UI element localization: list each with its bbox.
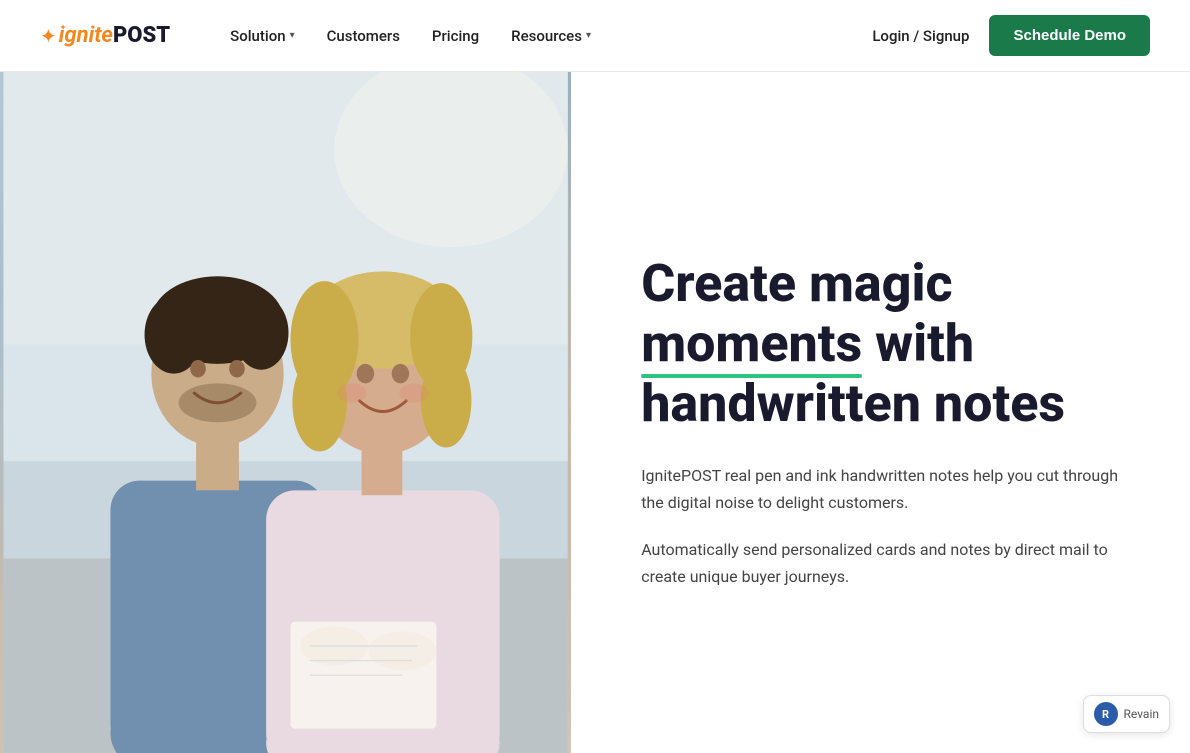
nav-customers-label: Customers — [327, 27, 400, 45]
nav-resources[interactable]: Resources ▾ — [499, 19, 603, 53]
hero-photo — [0, 72, 571, 753]
couple-illustration — [0, 72, 571, 753]
headline-part3: handwritten notes — [641, 373, 1065, 434]
revain-badge[interactable]: R Revain — [1083, 695, 1170, 733]
headline-moments: moments — [641, 314, 862, 374]
logo-ignite-text: ignite — [59, 23, 113, 48]
login-link[interactable]: Login / Signup — [872, 27, 969, 45]
logo[interactable]: ✦ ignite POST — [40, 23, 170, 48]
schedule-demo-button[interactable]: Schedule Demo — [989, 15, 1150, 56]
nav-actions: Login / Signup Schedule Demo — [872, 15, 1150, 56]
hero-headline: Create magic moments with handwritten no… — [641, 254, 1130, 433]
nav-solution[interactable]: Solution ▾ — [218, 19, 306, 53]
navbar: ✦ ignite POST Solution ▾ Customers Prici… — [0, 0, 1190, 72]
nav-solution-label: Solution — [230, 27, 285, 45]
nav-links: Solution ▾ Customers Pricing Resources ▾ — [218, 19, 872, 53]
headline-part1: Create magic — [641, 253, 952, 314]
nav-pricing[interactable]: Pricing — [420, 19, 491, 53]
hero-description-2: Automatically send personalized cards an… — [641, 536, 1130, 590]
nav-resources-label: Resources — [511, 27, 582, 45]
logo-star-icon: ✦ — [40, 24, 57, 48]
revain-label: Revain — [1124, 707, 1159, 721]
headline-with: with — [875, 313, 974, 374]
logo-post-text: POST — [113, 23, 170, 48]
resources-chevron-icon: ▾ — [586, 30, 591, 41]
hero-section: Create magic moments with handwritten no… — [0, 72, 1190, 753]
revain-icon: R — [1094, 702, 1118, 726]
nav-customers[interactable]: Customers — [315, 19, 412, 53]
nav-pricing-label: Pricing — [432, 27, 479, 45]
solution-chevron-icon: ▾ — [290, 30, 295, 41]
hero-content-column: Create magic moments with handwritten no… — [571, 72, 1190, 753]
hero-image-column — [0, 72, 571, 753]
hero-description-1: IgnitePOST real pen and ink handwritten … — [641, 462, 1130, 516]
